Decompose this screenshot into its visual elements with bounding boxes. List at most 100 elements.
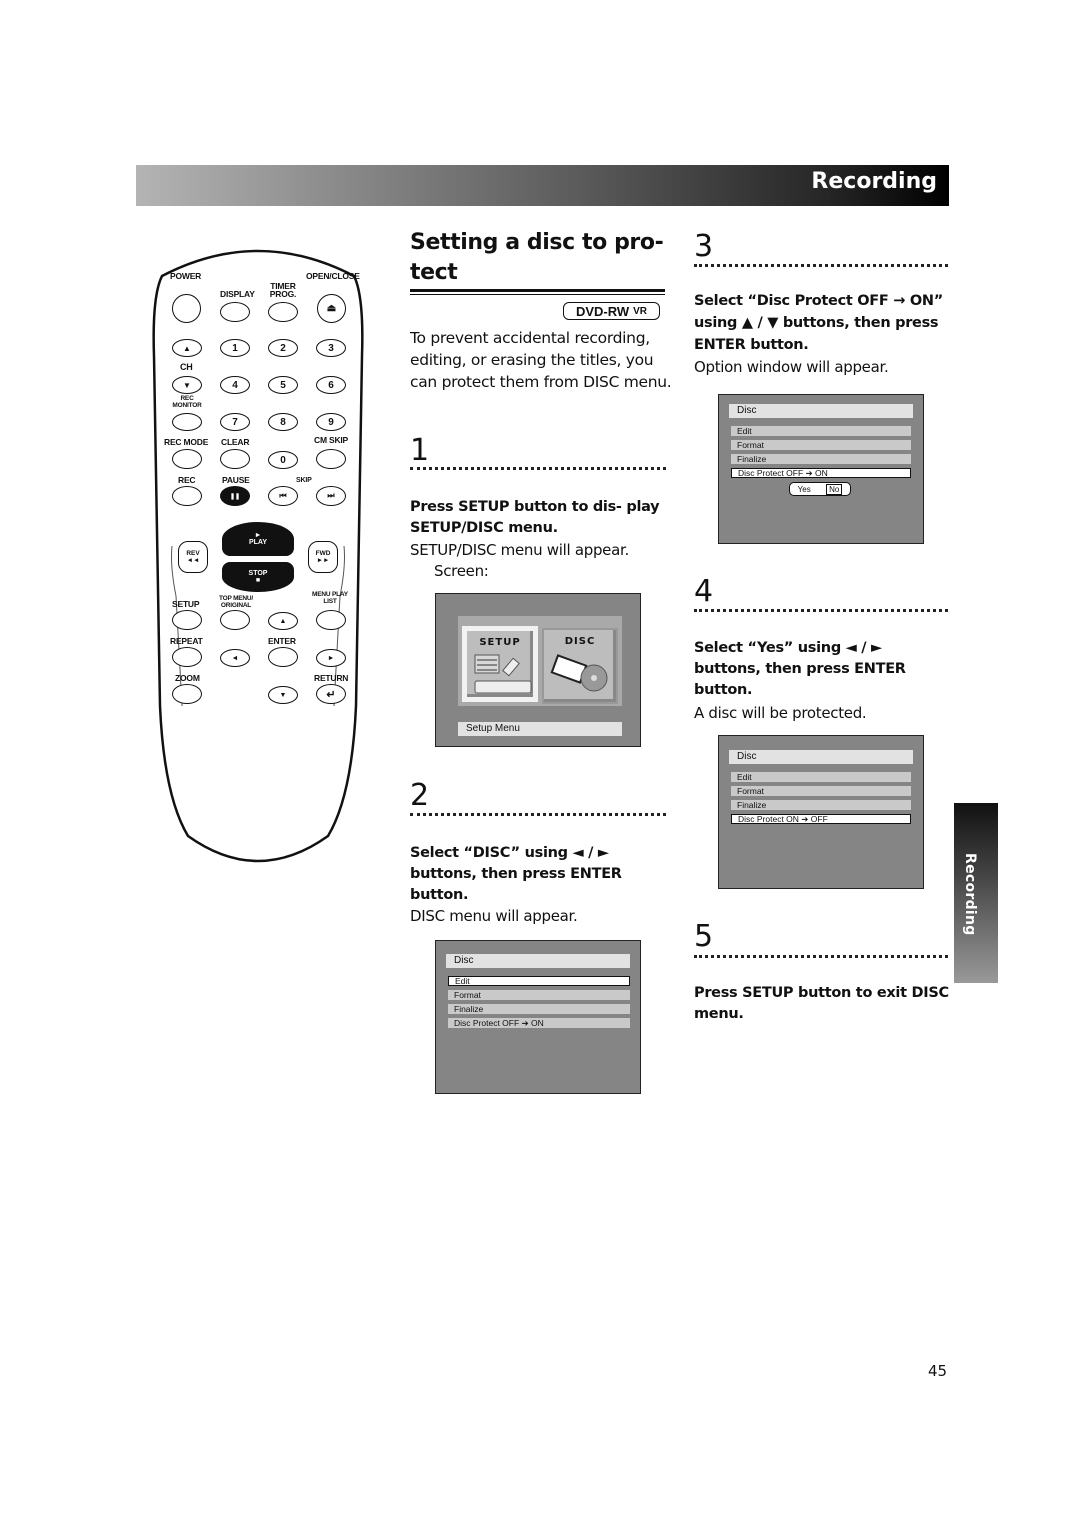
setup-button[interactable] — [172, 610, 202, 630]
open-close-button[interactable]: ⏏ — [317, 294, 346, 323]
stop-label: STOP — [248, 570, 268, 577]
step-3-divider — [694, 264, 948, 268]
setup-tile-label: SETUP — [479, 637, 521, 648]
menu-item-format[interactable]: Format — [731, 440, 911, 450]
stop-button[interactable]: STOP ■ — [222, 562, 294, 592]
step-2-instruction: Select “DISC” using ◄ / ► buttons, then … — [410, 845, 622, 903]
skip-forward-button[interactable]: ⏭ — [316, 486, 346, 506]
digit-8-button[interactable]: 8 — [268, 413, 298, 431]
menu-item-finalize[interactable]: Finalize — [731, 454, 911, 464]
digit-4-button[interactable]: 4 — [220, 376, 250, 394]
menu-item-finalize[interactable]: Finalize — [448, 1004, 630, 1014]
fast-forward-icon: ►► — [316, 557, 330, 564]
rec-monitor-label: REC MONITOR — [172, 395, 202, 409]
open-close-label: OPEN/CLOSE — [306, 271, 360, 281]
down-icon: ▼ — [279, 691, 287, 699]
repeat-button[interactable] — [172, 647, 202, 667]
clear-button[interactable] — [220, 449, 250, 469]
option-no[interactable]: No — [826, 483, 843, 495]
menu-item-disc-protect[interactable]: Disc Protect OFF ➔ ON — [731, 468, 911, 478]
step-4-instruction: Select “Yes” using ◄ / ► buttons, then p… — [694, 640, 906, 698]
skip-back-button[interactable]: ⏮ — [268, 486, 298, 506]
top-menu-label: TOP MENU/ ORIGINAL — [218, 595, 254, 609]
down-arrow-icon: ▼ — [183, 380, 191, 390]
menu-item-disc-protect[interactable]: Disc Protect OFF ➔ ON — [448, 1018, 630, 1028]
power-button[interactable] — [172, 294, 201, 323]
enter-label: ENTER — [268, 636, 296, 646]
step-4-divider — [694, 609, 948, 613]
menu-item-finalize[interactable]: Finalize — [731, 800, 911, 810]
step-5-instruction: Press SETUP button to exit DISC menu. — [694, 985, 949, 1022]
dvd-rw-vr-badge: DVD-RW VR — [563, 302, 660, 320]
digit-2-button[interactable]: 2 — [268, 339, 298, 357]
step-4-description: A disc will be protected. — [694, 704, 867, 722]
play-icon: ► — [254, 532, 262, 539]
intro-text: To prevent accidental recording, editing… — [410, 329, 672, 391]
eject-icon: ⏏ — [326, 303, 337, 314]
fwd-button[interactable]: FWD ►► — [308, 541, 338, 573]
digit-3-button[interactable]: 3 — [316, 339, 346, 357]
clear-label: CLEAR — [221, 437, 250, 447]
menu-item-disc-protect[interactable]: Disc Protect ON ➔ OFF — [731, 814, 911, 824]
menu-label: MENU PLAY LIST — [312, 591, 348, 605]
disc-menu-screen-step2: Disc Edit Format Finalize Disc Protect O… — [435, 940, 641, 1094]
left-button[interactable]: ◄ — [220, 649, 250, 667]
digit-9-button[interactable]: 9 — [316, 413, 346, 431]
repeat-label: REPEAT — [170, 636, 203, 646]
top-menu-button[interactable] — [220, 610, 250, 630]
step-1-description: SETUP/DISC menu will appear. — [410, 541, 629, 559]
menu-item-edit[interactable]: Edit — [731, 772, 911, 782]
down-button[interactable]: ▼ — [268, 686, 298, 704]
timer-prog-button[interactable] — [268, 302, 298, 322]
rec-mode-label: REC MODE — [164, 437, 209, 447]
step-1-instruction: Press SETUP button to dis- play SETUP/DI… — [410, 499, 660, 536]
display-button[interactable] — [220, 302, 250, 322]
digit-1-button[interactable]: 1 — [220, 339, 250, 357]
enter-button[interactable] — [268, 647, 298, 667]
rec-monitor-button[interactable] — [172, 413, 202, 431]
digit-5-button[interactable]: 5 — [268, 376, 298, 394]
zoom-button[interactable] — [172, 684, 202, 704]
menu-item-format[interactable]: Format — [731, 786, 911, 796]
digit-6-button[interactable]: 6 — [316, 376, 346, 394]
skip-back-icon: ⏮ — [279, 491, 287, 500]
disc-tile[interactable]: DISC — [542, 628, 618, 704]
menu-item-edit[interactable]: Edit — [448, 976, 630, 986]
cm-skip-button[interactable] — [316, 449, 346, 469]
badge-main-text: DVD-RW — [575, 303, 630, 319]
step-1-number: 1 — [410, 433, 430, 468]
play-button[interactable]: ► PLAY — [222, 522, 294, 556]
return-button[interactable]: ↵ — [316, 684, 346, 704]
stop-icon: ■ — [255, 577, 261, 584]
digit-0-button[interactable]: 0 — [268, 451, 298, 469]
disc-tile-label: DISC — [564, 636, 596, 647]
channel-up-button[interactable]: ▲ — [172, 339, 202, 357]
setup-tile[interactable]: SETUP — [462, 626, 538, 702]
disc-menu-title: Disc — [729, 404, 913, 418]
rewind-icon: ◄◄ — [186, 557, 200, 564]
fwd-label: FWD — [315, 550, 331, 557]
rev-button[interactable]: REV ◄◄ — [178, 541, 208, 573]
zoom-label: ZOOM — [175, 673, 200, 683]
step-2-number: 2 — [410, 778, 430, 813]
step-4-number: 4 — [694, 574, 714, 609]
step-1-note: Screen: — [434, 562, 489, 580]
return-icon: ↵ — [326, 688, 336, 701]
menu-button[interactable] — [316, 610, 346, 630]
display-label: DISPLAY — [220, 289, 255, 299]
channel-down-button[interactable]: ▼ — [172, 376, 202, 394]
step-3-description: Option window will appear. — [694, 358, 889, 376]
option-yes[interactable]: Yes — [798, 485, 811, 494]
up-button[interactable]: ▲ — [268, 612, 298, 630]
pause-icon: ❚❚ — [229, 493, 241, 500]
menu-item-format[interactable]: Format — [448, 990, 630, 1000]
rec-button[interactable] — [172, 486, 202, 506]
right-button[interactable]: ► — [316, 649, 346, 667]
rec-mode-button[interactable] — [172, 449, 202, 469]
cm-skip-label: CM SKIP — [314, 435, 349, 445]
setup-label: SETUP — [172, 599, 200, 609]
digit-7-button[interactable]: 7 — [220, 413, 250, 431]
menu-item-edit[interactable]: Edit — [731, 426, 911, 436]
title-rule — [410, 289, 665, 295]
pause-button[interactable]: ❚❚ — [220, 486, 250, 506]
